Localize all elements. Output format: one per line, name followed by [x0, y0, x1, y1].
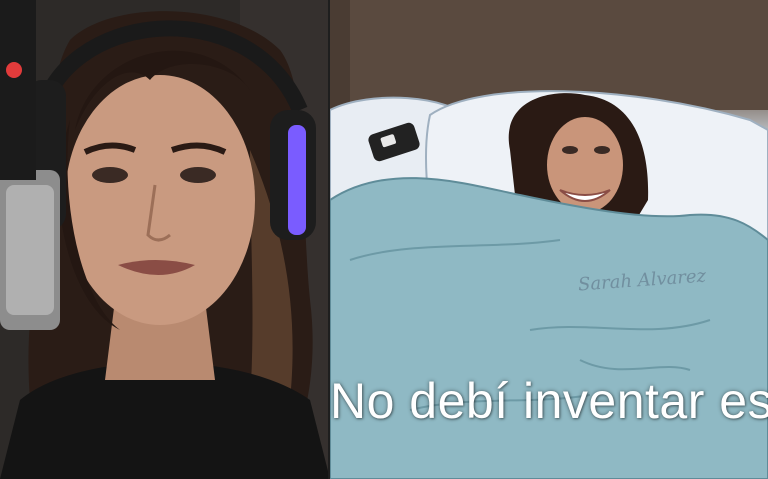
left-photo-panel [0, 0, 330, 479]
meme-caption: No debí inventar es [330, 373, 768, 429]
podcast-host-illustration [0, 0, 330, 479]
